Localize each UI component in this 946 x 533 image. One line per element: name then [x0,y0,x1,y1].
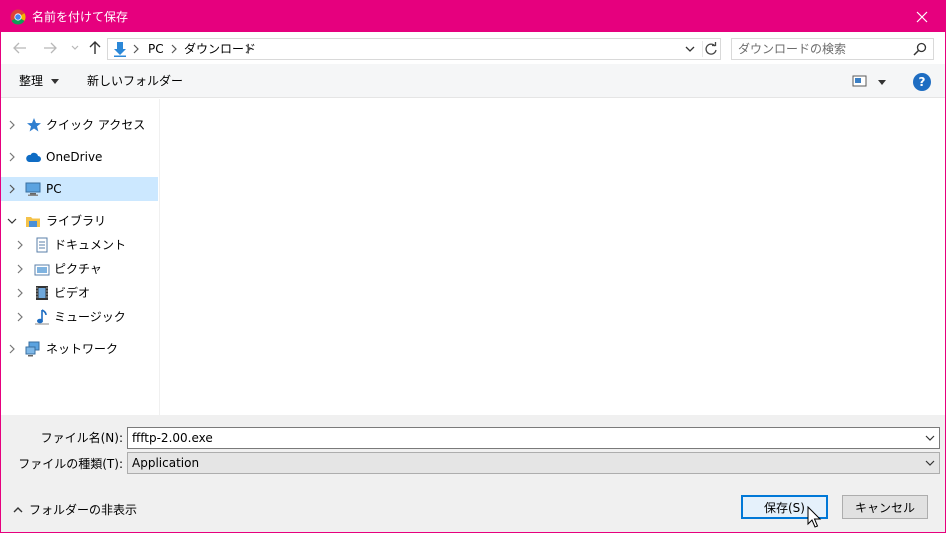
sidebar-item-libraries[interactable]: ライブラリ [1,209,158,233]
sidebar-item-label: ネットワーク [46,342,119,356]
library-icon [26,217,40,227]
chevron-right-icon[interactable] [15,288,25,298]
video-icon [36,286,48,300]
breadcrumb-separator-icon[interactable] [244,43,252,55]
chevron-right-icon[interactable] [15,312,25,322]
sidebar-item-label: ライブラリ [46,214,107,228]
refresh-button[interactable] [702,41,718,57]
computer-icon [25,182,41,196]
sidebar-item-pc[interactable]: PC [1,177,158,201]
command-bar: 整理 新しいフォルダー ? [1,64,945,98]
chrome-icon [10,9,26,25]
chevron-up-icon [13,507,23,513]
sidebar-item-label: ミュージック [54,310,126,324]
filetype-select[interactable]: Application [127,452,940,474]
filename-label: ファイル名(N): [40,431,123,445]
save-as-dialog: 名前を付けて保存 PC ダウンロード ダウンロードの検索 整理 新しいフォルダー… [0,0,946,533]
up-button[interactable] [87,40,103,56]
back-button[interactable] [12,40,28,56]
document-icon [36,237,48,253]
navigation-pane: クイック アクセス OneDrive PC ライブラリ ドキュメント ピクチャ [1,99,160,415]
organize-button[interactable]: 整理 [19,73,59,89]
pictures-icon [34,264,50,276]
organize-label: 整理 [19,74,44,88]
search-box[interactable] [731,38,934,60]
star-icon [27,118,41,132]
search-input[interactable] [738,41,908,57]
chevron-right-icon[interactable] [7,184,17,194]
forward-button[interactable] [42,40,58,56]
sidebar-item-label: ビデオ [54,286,91,300]
sidebar-item-documents[interactable]: ドキュメント [1,233,158,257]
view-icon [852,75,886,87]
search-icon[interactable] [913,42,927,56]
sidebar-item-videos[interactable]: ビデオ [1,281,158,305]
refresh-icon [705,42,717,55]
chevron-right-icon[interactable] [15,240,25,250]
sidebar-item-label: ピクチャ [54,262,102,276]
filename-input[interactable]: ffftp-2.00.exe [132,430,213,446]
window-title: 名前を付けて保存 [32,10,129,24]
chevron-down-icon[interactable] [925,433,935,443]
breadcrumb-separator-icon[interactable] [132,43,140,55]
file-list[interactable] [161,99,945,415]
breadcrumb-separator-icon[interactable] [170,43,178,55]
close-button[interactable] [899,1,945,32]
network-icon [25,341,40,357]
up-arrow-icon [89,41,101,54]
save-button[interactable]: 保存(S) [741,495,828,519]
sidebar-item-onedrive[interactable]: OneDrive [1,145,158,169]
filename-combobox[interactable]: ffftp-2.00.exe [127,427,940,449]
save-form: ファイル名(N): ffftp-2.00.exe ファイルの種類(T): App… [1,415,945,532]
address-bar[interactable]: PC ダウンロード [107,38,721,60]
close-icon [916,11,928,22]
navigation-bar: PC ダウンロード [1,32,945,64]
chevron-right-icon[interactable] [7,344,17,354]
change-view-button[interactable] [852,74,890,90]
new-folder-button[interactable]: 新しいフォルダー [87,73,183,89]
cancel-button[interactable]: キャンセル [842,495,928,519]
sidebar-item-label: PC [46,182,62,196]
recent-locations-button[interactable] [67,40,83,56]
sidebar-item-pictures[interactable]: ピクチャ [1,257,158,281]
chevron-down-icon [71,45,79,50]
sidebar-item-label: クイック アクセス [46,118,146,132]
forward-arrow-icon [44,42,57,54]
sidebar-item-quick-access[interactable]: クイック アクセス [1,113,158,137]
chevron-down-icon[interactable] [925,458,935,468]
title-bar: 名前を付けて保存 [1,1,945,32]
sidebar-item-network[interactable]: ネットワーク [1,337,158,361]
music-icon [35,309,49,325]
caret-down-icon [50,78,59,84]
back-arrow-icon [13,42,26,54]
filetype-value: Application [132,456,200,470]
hide-folders-label: フォルダーの非表示 [29,503,138,517]
breadcrumb-pc[interactable]: PC [148,41,164,57]
filetype-label: ファイルの種類(T): [18,457,123,471]
hide-folders-button[interactable]: フォルダーの非表示 [13,502,137,518]
cloud-icon [26,152,41,162]
sidebar-item-label: ドキュメント [54,238,127,252]
address-history-dropdown-icon[interactable] [684,43,696,55]
sidebar-item-label: OneDrive [46,150,103,164]
chevron-right-icon[interactable] [7,120,17,130]
chevron-down-icon[interactable] [7,216,17,226]
chevron-right-icon[interactable] [7,152,17,162]
sidebar-item-music[interactable]: ミュージック [1,305,158,329]
help-button[interactable]: ? [913,73,931,91]
chevron-right-icon[interactable] [15,264,25,274]
downloads-icon [114,42,126,57]
